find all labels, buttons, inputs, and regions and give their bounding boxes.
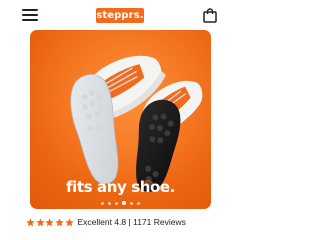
hamburger-menu-icon[interactable] [22,9,38,22]
review-count: 1171 Reviews [133,217,186,227]
star-icon [65,217,74,226]
hero-caption: fits any shoe. [66,178,175,196]
carousel-dot[interactable] [101,201,104,205]
carousel-dot[interactable] [130,201,133,205]
rating-summary[interactable]: Excellent 4.8 | 1171 Reviews [26,216,186,228]
carousel-dot[interactable] [115,201,118,205]
rating-score: 4.8 [114,217,127,227]
star-rating [26,217,74,227]
hero-image-carousel[interactable]: fits any shoe. [30,30,211,209]
star-icon [45,217,55,226]
carousel-indicators [30,201,211,205]
product-page: stepprs. fits any shoe. Excellent 4.8 | … [0,0,240,240]
star-icon [26,217,35,226]
carousel-dot[interactable] [108,201,111,205]
site-header: stepprs. [0,0,240,30]
star-icon [55,217,64,226]
shopping-bag-icon[interactable] [203,8,217,23]
rating-separator: | [128,217,131,227]
rating-label: Excellent [77,217,112,227]
rating-text: Excellent 4.8 | 1171 Reviews [77,216,185,228]
carousel-dot-active[interactable] [122,201,126,205]
star-icon [35,217,45,226]
carousel-dot[interactable] [137,201,140,205]
brand-logo[interactable]: stepprs. [96,8,144,23]
